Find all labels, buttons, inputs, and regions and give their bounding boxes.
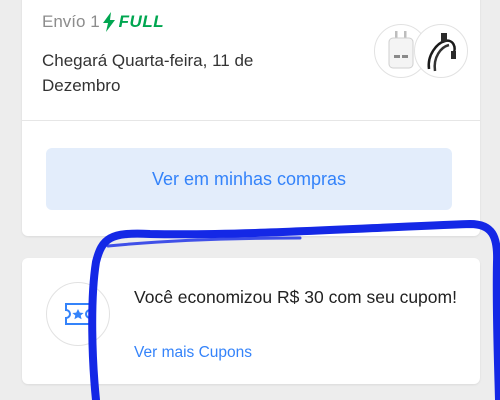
arrival-date: Chegará Quarta-feira, 11 de Dezembro bbox=[42, 51, 254, 95]
coupon-icon-container bbox=[46, 282, 110, 346]
coupon-card: Você economizou R$ 30 com seu cupom! Ver… bbox=[22, 258, 480, 384]
more-coupons-link[interactable]: Ver mais Cupons bbox=[134, 344, 252, 362]
lightning-icon bbox=[102, 12, 115, 32]
product-thumbnails bbox=[374, 20, 468, 80]
cable-product-icon[interactable] bbox=[414, 24, 468, 78]
shipment-header: Envío 1 FULL bbox=[42, 12, 164, 32]
shipment-card: Envío 1 FULL Chegará Quarta-feira, 11 de… bbox=[22, 0, 480, 236]
section-divider bbox=[22, 120, 480, 121]
view-purchases-button[interactable]: Ver em minhas compras bbox=[46, 148, 452, 210]
full-badge: FULL bbox=[118, 12, 165, 31]
coupon-message: Você economizou R$ 30 com seu cupom! bbox=[134, 287, 457, 307]
shipment-label: Envío 1 bbox=[42, 12, 100, 31]
coupon-star-icon bbox=[65, 303, 91, 325]
